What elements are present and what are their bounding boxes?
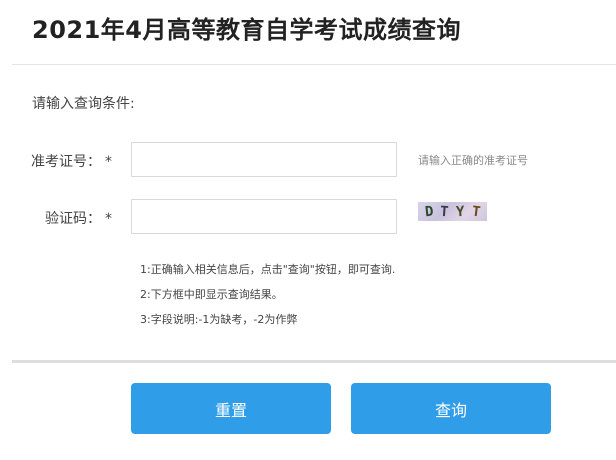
page-title: 2021年4月高等教育自学考试成绩查询 [32,16,461,44]
captcha-image[interactable]: DTYT [418,202,487,221]
captcha-input[interactable] [131,199,397,234]
captcha-char: T [470,203,482,220]
instruction-line: 1:正确输入相关信息后，点击"查询"按钮，即可查询. [140,263,396,276]
reset-button[interactable]: 重置 [131,383,331,434]
instructions: 1:正确输入相关信息后，点击"查询"按钮，即可查询. 2:下方框中即显示查询结果… [140,262,395,337]
exam-id-label-text: 准考证号： [31,154,101,170]
captcha-char: D [423,203,434,220]
instruction-line: 3:字段说明:-1为缺考，-2为作弊 [140,313,298,326]
captcha-label: 验证码： * [0,208,112,228]
result-area-divider [12,360,616,363]
header-divider [12,64,616,65]
query-button[interactable]: 查询 [351,383,551,434]
required-mark: * [105,154,112,170]
exam-id-hint: 请输入正确的准考证号 [418,154,528,167]
exam-id-label: 准考证号： * [0,151,112,171]
captcha-label-text: 验证码： [45,211,101,227]
required-mark: * [105,211,112,227]
exam-id-input[interactable] [131,142,397,177]
instruction-line: 2:下方框中即显示查询结果。 [140,288,283,301]
query-prompt: 请输入查询条件: [32,96,135,112]
captcha-char: T [439,203,450,220]
captcha-char: Y [455,203,466,220]
